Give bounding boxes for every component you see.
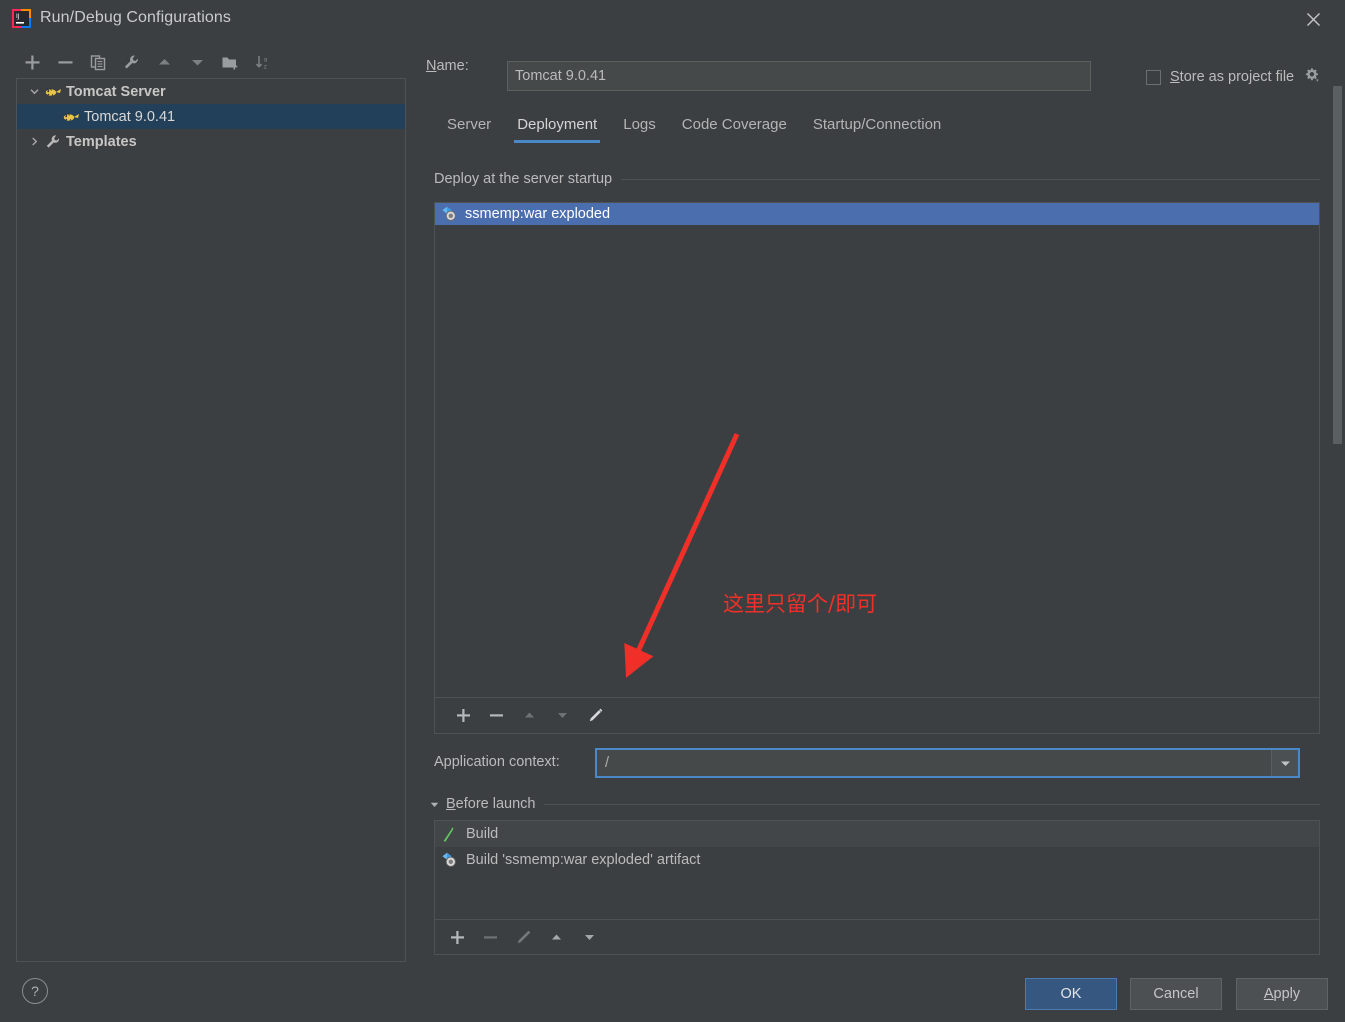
gear-icon[interactable] [1303,66,1320,88]
tree-item-label: Templates [66,133,137,150]
copy-icon[interactable] [82,47,115,77]
before-launch-toolbar [434,920,1320,955]
configuration-editor-panel: Name: Store as project file Server Deplo… [414,38,1330,963]
svg-text:IJ: IJ [16,13,20,20]
move-artifact-down-button[interactable] [546,701,579,731]
sort-az-icon[interactable]: a z [247,47,280,77]
chevron-right-icon[interactable] [25,136,43,147]
move-task-down-button[interactable] [573,922,606,952]
folder-plus-icon[interactable] [214,47,247,77]
deployment-item-label: ssmemp:war exploded [465,206,611,222]
before-launch-list[interactable]: Build Build 'ssmemp:war exploded' artifa… [434,820,1320,920]
move-task-up-button[interactable] [540,922,573,952]
add-before-launch-task-button[interactable] [441,922,474,952]
store-as-project-file-row[interactable]: Store as project file [1146,66,1320,88]
store-as-project-file-checkbox[interactable] [1146,69,1161,85]
application-context-label: Application context: [434,754,560,770]
before-launch-item-artifact[interactable]: Build 'ssmemp:war exploded' artifact [435,847,1319,873]
name-label: Name: [426,58,469,74]
tomcat-icon [61,109,81,124]
apply-button[interactable]: Apply [1236,978,1328,1010]
deployment-list-item[interactable]: ssmemp:war exploded [435,203,1319,225]
build-hammer-icon [441,826,460,843]
deployment-list-toolbar [434,698,1320,734]
name-row: Name: Store as project file [426,50,1326,91]
edit-artifact-button[interactable] [579,701,612,731]
section-divider [544,803,1320,805]
editor-tabs: Server Deployment Logs Code Coverage Sta… [434,116,954,152]
close-icon[interactable] [1291,4,1335,34]
move-artifact-up-button[interactable] [513,701,546,731]
tab-code-coverage[interactable]: Code Coverage [669,116,800,143]
help-button[interactable]: ? [22,978,48,1004]
before-launch-section-header[interactable]: Before launch [429,796,1320,812]
artifact-icon [441,206,459,222]
edit-before-launch-task-button[interactable] [507,922,540,952]
svg-text:z: z [263,62,267,70]
move-down-button[interactable] [181,47,214,77]
wrench-icon[interactable] [115,47,148,77]
before-launch-label: Before launch [446,796,536,812]
deploy-section-label: Deploy at the server startup [434,171,613,187]
cancel-button[interactable]: Cancel [1130,978,1222,1010]
tree-item-tomcat-server[interactable]: Tomcat Server [17,79,405,104]
section-divider [621,178,1320,180]
run-debug-configurations-dialog: IJ Run/Debug Configurations a z Tomcat S… [0,0,1345,1022]
remove-configuration-button[interactable] [49,47,82,77]
tomcat-icon [43,84,63,99]
tab-deployment[interactable]: Deployment [504,116,610,143]
ok-button[interactable]: OK [1025,978,1117,1010]
triangle-down-icon[interactable] [429,799,440,810]
dialog-scrollbar-thumb[interactable] [1333,86,1342,444]
store-as-project-file-label[interactable]: Store as project file [1170,69,1294,85]
tree-item-tomcat-9-0-41[interactable]: Tomcat 9.0.41 [17,104,405,129]
chevron-down-icon[interactable] [1271,750,1298,776]
before-launch-item-label: Build [466,826,499,842]
window-title: Run/Debug Configurations [40,9,231,26]
artifact-icon [441,852,460,869]
tree-item-templates[interactable]: Templates [17,129,405,154]
tab-logs[interactable]: Logs [610,116,669,143]
configurations-toolbar: a z [16,46,406,78]
intellij-idea-icon: IJ [12,9,31,28]
tab-startup-connection[interactable]: Startup/Connection [800,116,954,143]
title-bar: IJ Run/Debug Configurations [0,0,1345,38]
remove-before-launch-task-button[interactable] [474,922,507,952]
tree-item-label: Tomcat Server [66,83,166,100]
add-artifact-button[interactable] [447,701,480,731]
remove-artifact-button[interactable] [480,701,513,731]
chevron-down-icon[interactable] [25,86,43,97]
add-configuration-button[interactable] [16,47,49,77]
tab-server[interactable]: Server [434,116,504,143]
tree-item-label: Tomcat 9.0.41 [84,108,176,125]
wrench-icon [43,134,63,150]
deployment-artifacts-list[interactable]: ssmemp:war exploded [434,202,1320,698]
move-up-button[interactable] [148,47,181,77]
application-context-field[interactable] [595,748,1300,778]
configurations-tree[interactable]: Tomcat Server Tomcat 9.0.41 Templates [16,78,406,962]
before-launch-item-label: Build 'ssmemp:war exploded' artifact [466,852,701,868]
before-launch-item-build[interactable]: Build [435,821,1319,847]
application-context-input[interactable] [597,750,1271,776]
deploy-section-header: Deploy at the server startup [434,171,1320,187]
name-input[interactable] [507,61,1091,91]
